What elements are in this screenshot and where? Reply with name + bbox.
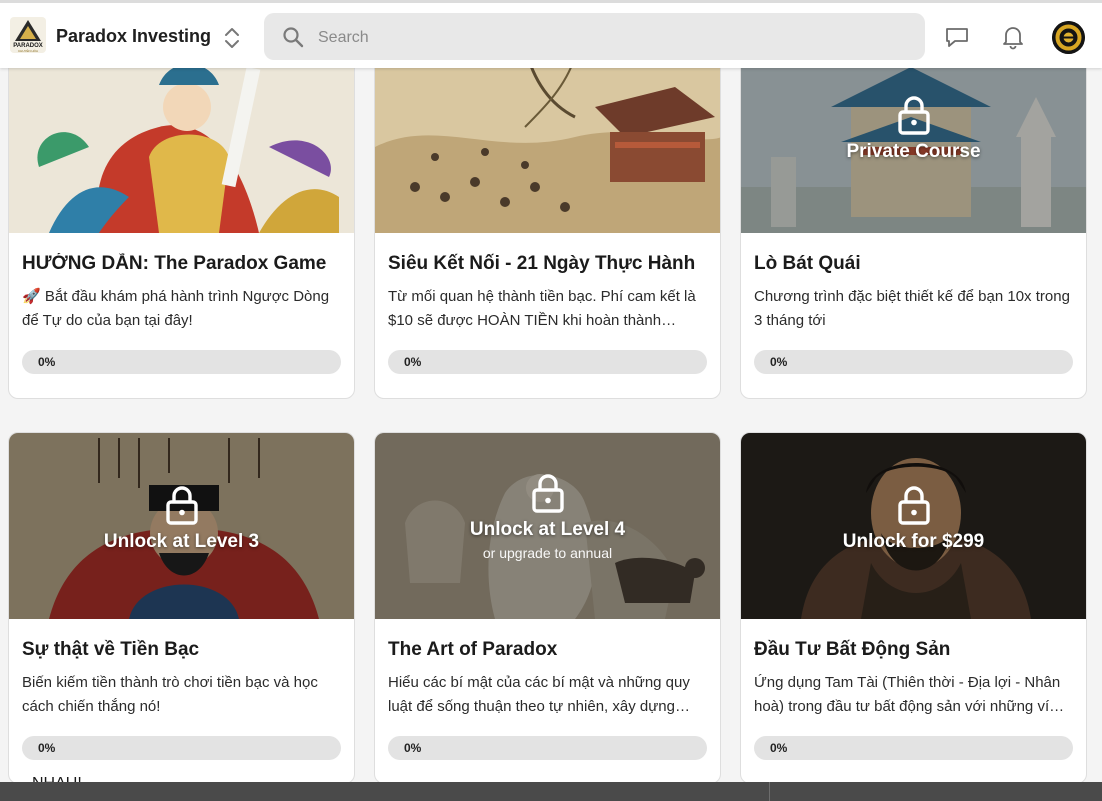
- course-description: Hiểu các bí mật của các bí mật và những …: [388, 674, 690, 715]
- course-thumbnail: [9, 47, 354, 233]
- course-progress-bar: 0%: [22, 350, 341, 374]
- bottom-divider: [769, 782, 770, 801]
- lock-message: Unlock for $299: [741, 485, 1086, 553]
- search-icon: [282, 26, 304, 53]
- course-card[interactable]: Siêu Kết Nối - 21 Ngày Thực Hành Từ mối …: [374, 46, 721, 399]
- bottom-bar: [0, 782, 1102, 801]
- course-title: Đầu Tư Bất Động Sản: [754, 639, 951, 660]
- lock-message: Unlock at Level 3: [9, 485, 354, 553]
- course-description: Chương trình đặc biệt thiết kế để bạn 10…: [754, 288, 1070, 329]
- lock-text: Unlock at Level 3: [103, 531, 260, 552]
- course-progress-bar: 0%: [754, 736, 1073, 760]
- progress-label: 0%: [770, 741, 788, 755]
- course-thumbnail: Unlock at Level 4 or upgrade to annual: [375, 433, 720, 619]
- progress-label: 0%: [38, 741, 56, 755]
- course-thumbnail: Private Course: [741, 47, 1086, 233]
- course-card[interactable]: HƯỚNG DẪN: The Paradox Game 🚀 Bắt đầu kh…: [8, 46, 355, 399]
- group-switcher-chevron-icon[interactable]: [222, 25, 242, 51]
- course-title: Siêu Kết Nối - 21 Ngày Thực Hành: [388, 253, 696, 274]
- course-progress-bar: 0%: [754, 350, 1073, 374]
- progress-label: 0%: [404, 741, 422, 755]
- course-title: Lò Bát Quái: [754, 253, 861, 274]
- course-card[interactable]: Unlock at Level 4 or upgrade to annual T…: [374, 432, 721, 784]
- course-thumbnail: Unlock at Level 3: [9, 433, 354, 619]
- lock-text: Private Course: [846, 141, 981, 162]
- course-progress-bar: 0%: [388, 736, 707, 760]
- course-title: HƯỚNG DẪN: The Paradox Game: [22, 253, 327, 274]
- search-bar[interactable]: [264, 13, 925, 62]
- lock-icon: [165, 486, 198, 525]
- course-progress-bar: 0%: [388, 350, 707, 374]
- progress-label: 0%: [770, 355, 788, 369]
- course-progress-bar: 0%: [22, 736, 341, 760]
- progress-label: 0%: [38, 355, 56, 369]
- group-name[interactable]: Paradox Investing: [56, 26, 211, 47]
- group-logo[interactable]: PARADOX CHUYỂN HÓA: [10, 17, 46, 53]
- lock-icon: [531, 474, 564, 513]
- course-title: Sự thật về Tiền Bạc: [22, 639, 200, 660]
- lock-text: Unlock at Level 4: [469, 519, 626, 540]
- lock-message: Unlock at Level 4 or upgrade to annual: [375, 473, 720, 561]
- lock-subtext: or upgrade to annual: [482, 545, 613, 561]
- course-title: The Art of Paradox: [388, 639, 558, 660]
- lock-icon: [897, 96, 930, 135]
- lock-message: Private Course: [741, 95, 1086, 163]
- course-description: Từ mối quan hệ thành tiền bạc. Phí cam k…: [388, 288, 696, 329]
- course-card[interactable]: Unlock at Level 3 Sự thật về Tiền Bạc Bi…: [8, 432, 355, 784]
- course-description: Ứng dụng Tam Tài (Thiên thời - Địa lợi -…: [754, 674, 1065, 715]
- course-description: Biến kiếm tiền thành trò chơi tiền bạc v…: [22, 674, 318, 715]
- top-header: PARADOX CHUYỂN HÓA Paradox Investing: [0, 0, 1102, 68]
- chat-icon[interactable]: [944, 24, 970, 50]
- course-description: 🚀 Bắt đầu khám phá hành trình Ngược Dòng…: [22, 288, 330, 329]
- user-avatar[interactable]: [1052, 21, 1085, 54]
- course-thumbnail: Unlock for $299: [741, 433, 1086, 619]
- lock-icon: [897, 486, 930, 525]
- search-input[interactable]: [316, 13, 910, 62]
- course-card[interactable]: Unlock for $299 Đầu Tư Bất Động Sản Ứng …: [740, 432, 1087, 784]
- lock-text: Unlock for $299: [842, 531, 985, 552]
- bell-icon[interactable]: [1000, 24, 1026, 50]
- course-card[interactable]: Private Course Lò Bát Quái Chương trình …: [740, 46, 1087, 399]
- course-thumbnail: [375, 47, 720, 233]
- svg-text:CHUYỂN HÓA: CHUYỂN HÓA: [18, 48, 38, 53]
- progress-label: 0%: [404, 355, 422, 369]
